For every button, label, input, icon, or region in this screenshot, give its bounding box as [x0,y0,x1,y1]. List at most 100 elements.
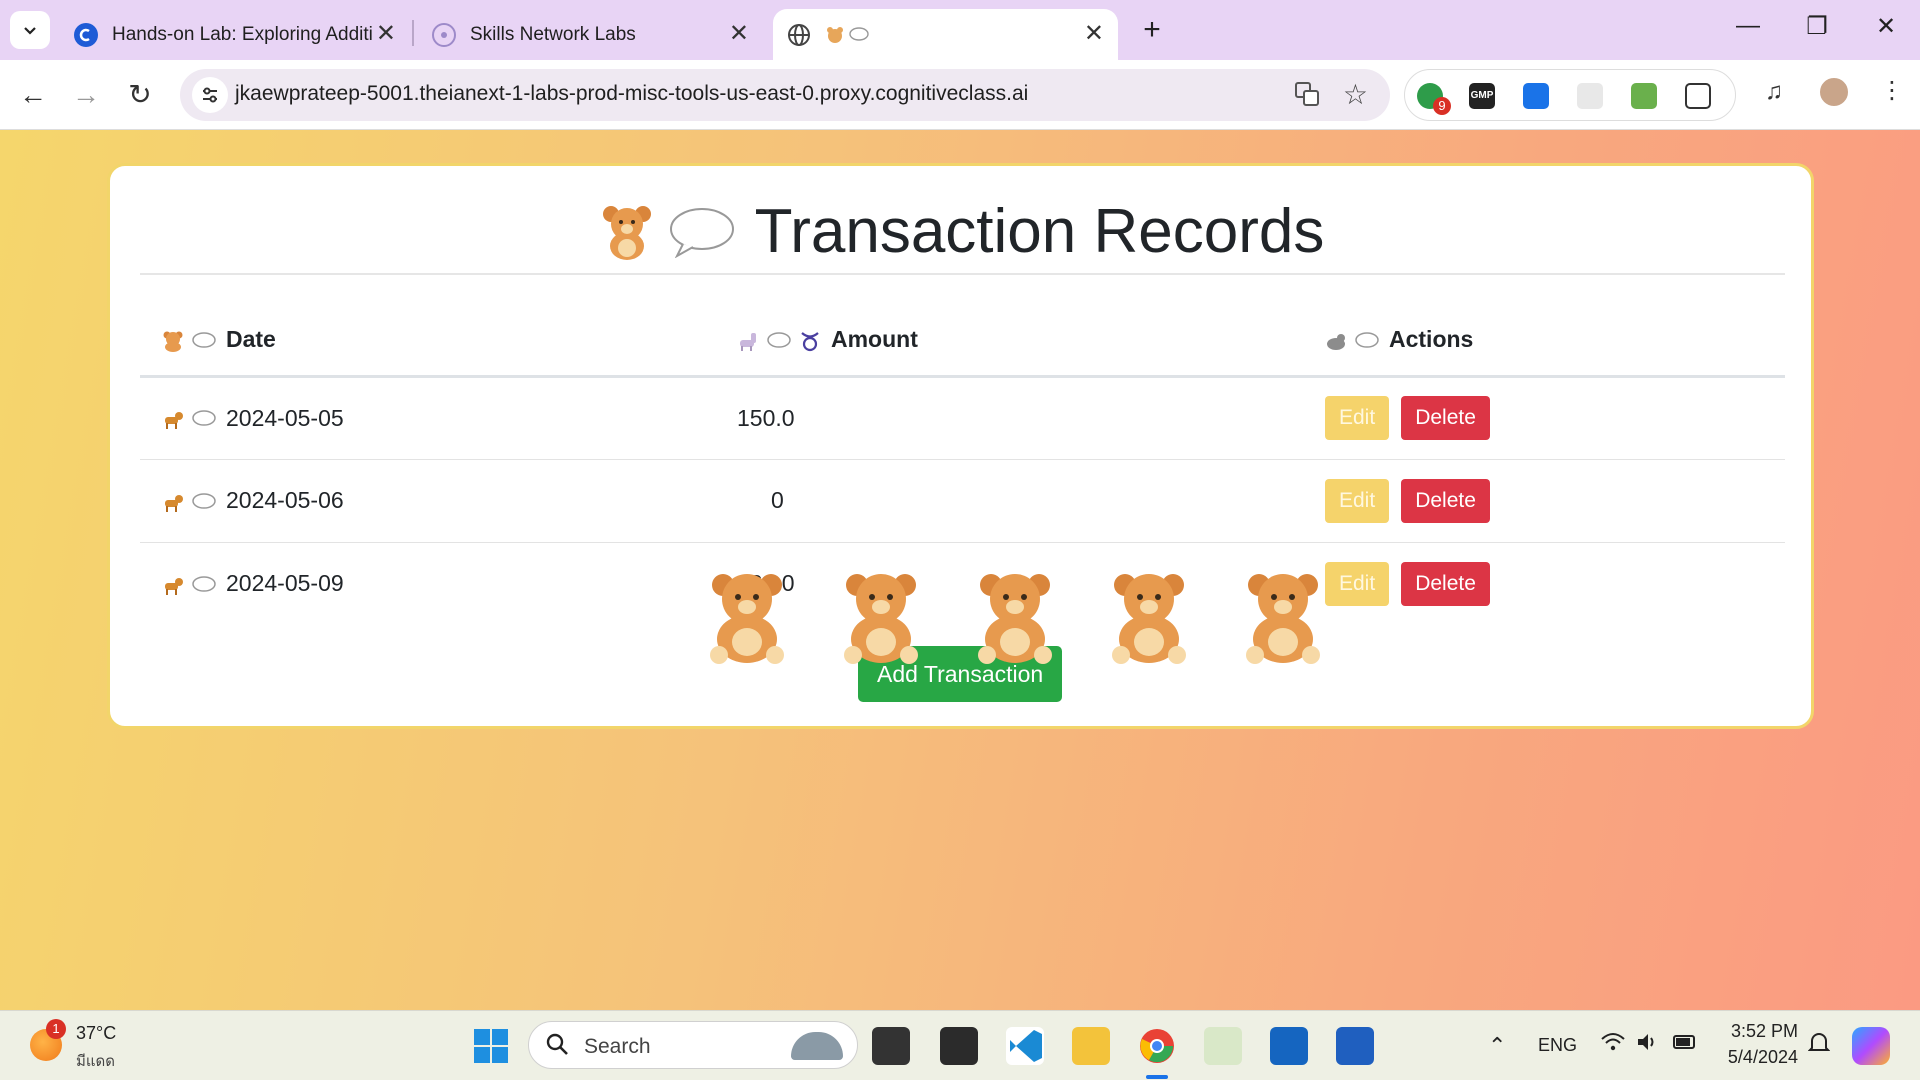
page-heading: Transaction Records [110,196,1811,267]
browser-toolbar: ← → ↻ jkaewprateep-5001.theianext-1-labs… [0,60,1920,130]
outlook-icon[interactable] [1270,1027,1308,1065]
site-info-icon[interactable] [192,77,228,113]
date-cell: 2024-05-05 [140,376,715,460]
tab-title: Skills Network Labs [470,23,636,45]
delete-button[interactable]: Delete [1401,396,1490,440]
menu-kebab-icon[interactable]: ⋮ [1880,76,1904,105]
active-app-indicator [1146,1075,1168,1079]
extension-print-icon[interactable] [1631,83,1657,109]
tab-separator [412,20,414,46]
address-bar[interactable]: jkaewprateep-5001.theianext-1-labs-prod-… [180,69,1390,121]
camera-extension-icon[interactable] [1523,83,1549,109]
amount-cell: 0 [715,459,1303,543]
task-view-icon[interactable] [872,1027,910,1065]
extension-grey-icon[interactable] [1577,83,1603,109]
date-cell: 2024-05-06 [140,459,715,543]
language-indicator[interactable]: ENG [1538,1035,1577,1056]
close-icon[interactable]: ✕ [729,22,749,46]
tab-title: Hands-on Lab: Exploring Additi [112,23,372,45]
skills-network-icon [432,22,456,47]
volume-icon[interactable] [1636,1031,1660,1058]
new-tab-button[interactable]: + [1136,14,1168,46]
amount-cell: 150.0 [715,376,1303,460]
bear-icon [827,26,843,43]
date-cell: 2024-05-09 [140,542,715,625]
column-label: Actions [1389,325,1474,352]
heading-divider [140,273,1785,275]
extensions-area: 9 GMP [1404,69,1736,121]
clock-date[interactable]: 5/4/2024 [1718,1047,1798,1068]
tab-search-button[interactable] [10,11,50,49]
amount-value: 150.0 [737,404,795,431]
puzzle-extensions-icon[interactable] [1685,83,1711,109]
dog-icon [165,494,183,512]
tab-strip: Hands-on Lab: Exploring Additi ✕ Skills … [0,0,1920,60]
table-header-row: Date Amount Actions [140,304,1785,378]
battery-icon[interactable] [1672,1031,1698,1058]
search-label: Search [584,1035,651,1058]
word-icon[interactable] [1336,1027,1374,1065]
speech-bubble-icon [192,493,216,509]
reload-icon[interactable]: ↻ [122,78,158,114]
actions-cell: Edit Delete [1303,376,1785,460]
translate-icon[interactable] [1294,81,1320,113]
vscode-icon[interactable] [1006,1027,1044,1065]
bookmark-star-icon[interactable]: ☆ [1343,78,1368,111]
back-icon[interactable]: ← [15,78,51,114]
bear-icon [978,574,1052,664]
windows-start-icon[interactable] [472,1027,510,1065]
close-icon[interactable]: ✕ [1084,22,1104,46]
tab-transactions[interactable]: ✕ [773,9,1118,60]
close-icon[interactable]: ✕ [376,22,396,46]
weather-badge: 1 [46,1019,66,1039]
delete-button[interactable]: Delete [1401,478,1490,523]
tab-hands-on-lab[interactable]: Hands-on Lab: Exploring Additi ✕ [60,9,410,60]
column-header-date: Date [140,304,715,378]
weather-temp: 37°C [76,1023,117,1043]
media-control-icon[interactable]: ♫ [1765,78,1783,106]
taskbar-search[interactable]: Search [528,1021,858,1069]
bear-icon [710,574,784,664]
chrome-icon[interactable] [1138,1027,1176,1065]
wifi-icon[interactable] [1600,1031,1626,1059]
bear-icon [1112,574,1186,664]
cognitiveclass-icon [74,22,98,47]
bear-icon [1246,574,1320,664]
gmp-extension-icon[interactable]: GMP [1469,83,1495,109]
edit-button[interactable]: Edit [1325,561,1390,606]
speech-bubble-icon [767,331,791,348]
igloo-icon [791,1032,843,1060]
notification-bell-icon[interactable] [1807,1031,1831,1060]
tab-skills-network[interactable]: Skills Network Labs ✕ [418,9,763,60]
speech-bubble-icon [1355,331,1379,348]
edit-button[interactable]: Edit [1325,396,1390,440]
close-window-button[interactable]: ✕ [1866,12,1906,41]
restore-button[interactable]: ❐ [1797,12,1837,41]
bear-overlay [697,567,1327,667]
dog-icon [165,578,183,596]
copilot-icon[interactable] [1852,1027,1890,1065]
delete-button[interactable]: Delete [1401,561,1490,606]
forward-icon[interactable]: → [68,78,104,114]
clock-time[interactable]: 3:52 PM [1728,1021,1798,1042]
tray-expand-icon[interactable]: ⌃ [1488,1033,1506,1059]
page-title: Transaction Records [754,197,1325,266]
column-label: Amount [831,325,918,352]
amount-value: 0 [771,487,784,513]
search-icon [545,1032,569,1063]
edit-button[interactable]: Edit [1325,478,1390,523]
table-row: 2024-05-05 150.0 Edit Delete [140,376,1785,460]
minimize-button[interactable]: — [1728,12,1768,40]
actions-cell: Edit Delete [1303,542,1785,625]
date-value: 2024-05-09 [226,570,344,597]
terminal-icon[interactable] [940,1027,978,1065]
date-value: 2024-05-06 [226,487,344,513]
profile-avatar[interactable] [1818,76,1850,108]
bear-icon [844,574,918,664]
file-explorer-icon[interactable] [1072,1027,1110,1065]
column-label: Date [226,325,276,352]
speech-bubble-icon [192,410,216,427]
llama-icon [740,332,756,351]
windows-taskbar: 1 37°C มีแดด Search ⌃ ENG 3:52 PM 5/4/20… [0,1010,1920,1080]
notepad-icon[interactable] [1204,1027,1242,1065]
